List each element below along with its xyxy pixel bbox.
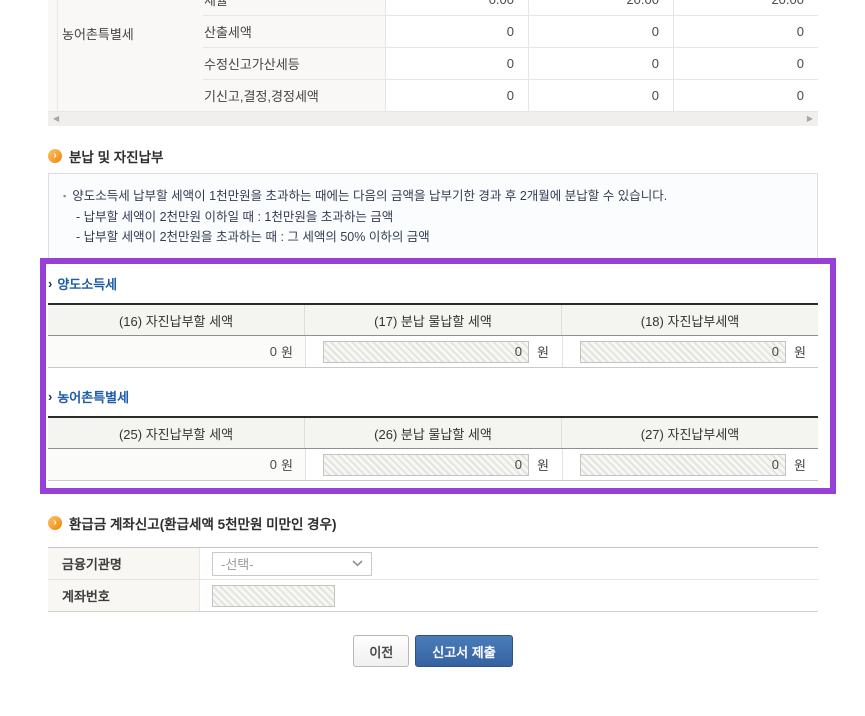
account-number-label: 계좌번호: [48, 580, 200, 611]
self-payment-input[interactable]: 0: [580, 341, 786, 363]
self-payment-input[interactable]: 0: [580, 454, 786, 476]
summary-cell-value: 0.00: [385, 0, 528, 15]
payment-col-header: (27) 자진납부세액: [561, 418, 818, 448]
section-installment: › 분납 및 자진납부: [48, 147, 818, 165]
square-bullet-icon: ▪: [63, 186, 66, 206]
info-line: ▪ 양도소득세 납부할 세액이 1천만원을 초과하는 때에는 다음의 금액을 납…: [63, 186, 801, 207]
payment-table-value-row: 0 원 0 원 0 원: [48, 449, 818, 481]
summary-cell-value: 0: [673, 16, 818, 47]
payable-amount-cell: 0 원: [48, 336, 305, 367]
payment-table-header-row: (25) 자진납부할 세액 (26) 분납 물납할 세액 (27) 자진납부세액: [48, 418, 818, 449]
submit-report-button[interactable]: 신고서 제출: [415, 635, 512, 667]
section-bullet-icon: ›: [48, 516, 62, 530]
form-button-row: 이전 신고서 제출: [48, 635, 818, 667]
subsection-title: 양도소득세: [57, 274, 117, 293]
summary-cell-value: 0: [528, 16, 673, 47]
scroll-right-arrow-icon[interactable]: ▶: [807, 112, 813, 126]
subsection-capital-gains: › 양도소득세: [48, 275, 818, 291]
installment-amount-input[interactable]: 0: [323, 454, 529, 476]
payment-col-header: (18) 자진납부세액: [561, 305, 818, 335]
payment-col-header: (16) 자진납부할 세액: [48, 305, 304, 335]
won-unit-label: 원: [281, 342, 293, 361]
summary-group-cell: 농어촌특별세: [48, 0, 203, 112]
won-unit-label: 원: [537, 455, 549, 474]
self-payment-cell: 0 원: [562, 449, 818, 480]
info-line: - 납부할 세액이 2천만원 이하일 때 : 1천만원을 초과하는 금액: [63, 207, 801, 227]
section-title: 분납 및 자진납부: [69, 146, 163, 166]
summary-cell-value: 0: [528, 80, 673, 111]
summary-row-label: 기신고,결정,경정세액: [203, 80, 385, 111]
section-bullet-icon: ›: [48, 149, 62, 163]
won-unit-label: 원: [537, 342, 549, 361]
summary-row-label: 산출세액: [203, 16, 385, 47]
info-line: - 납부할 세액이 2천만원을 초과하는 때 : 그 세액의 50% 이하의 금…: [63, 227, 801, 247]
payment-col-header: (17) 분납 물납할 세액: [304, 305, 561, 335]
payable-amount-value: 0: [270, 457, 277, 472]
bank-name-row: 금융기관명 -선택-: [48, 548, 818, 580]
refund-account-table: 금융기관명 -선택- 계좌번호: [48, 547, 818, 612]
summary-row-calculated-tax: 산출세액 0 0 0: [203, 16, 818, 48]
won-unit-label: 원: [281, 455, 293, 474]
installment-amount-cell: 0 원: [305, 449, 562, 480]
summary-cell-value: 0: [385, 80, 528, 111]
payment-table-farm-fishing: (25) 자진납부할 세액 (26) 분납 물납할 세액 (27) 자진납부세액…: [48, 416, 818, 481]
subsection-arrow-icon: ›: [48, 389, 52, 404]
summary-row-penalty-tax: 수정신고가산세등 0 0 0: [203, 48, 818, 80]
summary-cell-value: 0: [673, 48, 818, 79]
bank-select[interactable]: -선택-: [212, 552, 372, 576]
bank-name-label: 금융기관명: [48, 548, 200, 579]
section-refund-account: › 환급금 계좌신고(환급세액 5천만원 미만인 경우): [48, 514, 818, 532]
summary-cell-value: 20.00: [673, 0, 818, 15]
won-unit-label: 원: [794, 455, 806, 474]
payable-amount-value: 0: [270, 344, 277, 359]
payment-table-capital-gains: (16) 자진납부할 세액 (17) 분납 물납할 세액 (18) 자진납부세액…: [48, 303, 818, 368]
summary-cell-value: 0: [673, 80, 818, 111]
section-title: 환급금 계좌신고(환급세액 5천만원 미만인 경우): [69, 513, 336, 533]
scroll-left-arrow-icon[interactable]: ◀: [53, 112, 59, 126]
payment-col-header: (25) 자진납부할 세액: [48, 418, 304, 448]
installment-amount-input[interactable]: 0: [323, 341, 529, 363]
summary-row-prior-reported-tax: 기신고,결정,경정세액 0 0 0: [203, 80, 818, 112]
page: 농어촌특별세 세율 0.00 20.00 20.00 산출세액 0 0 0 수정…: [0, 0, 865, 716]
account-number-cell: [200, 580, 818, 611]
bank-select-value: -선택-: [221, 554, 254, 573]
info-line-text: 양도소득세 납부할 세액이 1천만원을 초과하는 때에는 다음의 금액을 납부기…: [72, 186, 667, 206]
account-number-row: 계좌번호: [48, 580, 818, 612]
summary-group-label: 농어촌특별세: [62, 24, 134, 43]
account-number-input[interactable]: [212, 585, 335, 607]
summary-cell-value: 0: [385, 48, 528, 79]
payable-amount-cell: 0 원: [48, 449, 305, 480]
summary-cell-value: 0: [385, 16, 528, 47]
chevron-down-icon: [352, 560, 363, 567]
summary-row-label: 수정신고가산세등: [203, 48, 385, 79]
summary-row-rate: 세율 0.00 20.00 20.00: [203, 0, 818, 16]
summary-partial-row-clip: 세율 0.00 20.00 20.00: [203, 0, 818, 16]
subsection-arrow-icon: ›: [48, 276, 52, 291]
bank-name-cell: -선택-: [200, 548, 818, 579]
self-payment-cell: 0 원: [562, 336, 818, 367]
horizontal-scrollbar[interactable]: ◀ ▶: [48, 112, 818, 126]
summary-cell-value: 0: [528, 48, 673, 79]
tax-summary-table: 농어촌특별세 세율 0.00 20.00 20.00 산출세액 0 0 0 수정…: [48, 0, 818, 112]
payment-table-value-row: 0 원 0 원 0 원: [48, 336, 818, 368]
previous-button[interactable]: 이전: [353, 635, 409, 667]
summary-row-label: 세율: [203, 0, 385, 15]
installment-info-box: ▪ 양도소득세 납부할 세액이 1천만원을 초과하는 때에는 다음의 금액을 납…: [48, 173, 818, 260]
payment-col-header: (26) 분납 물납할 세액: [304, 418, 561, 448]
installment-amount-cell: 0 원: [305, 336, 562, 367]
payment-table-header-row: (16) 자진납부할 세액 (17) 분납 물납할 세액 (18) 자진납부세액: [48, 305, 818, 336]
won-unit-label: 원: [794, 342, 806, 361]
subsection-title: 농어촌특별세: [57, 387, 129, 406]
subsection-farm-fishing-tax: › 농어촌특별세: [48, 388, 818, 404]
summary-cell-value: 20.00: [528, 0, 673, 15]
